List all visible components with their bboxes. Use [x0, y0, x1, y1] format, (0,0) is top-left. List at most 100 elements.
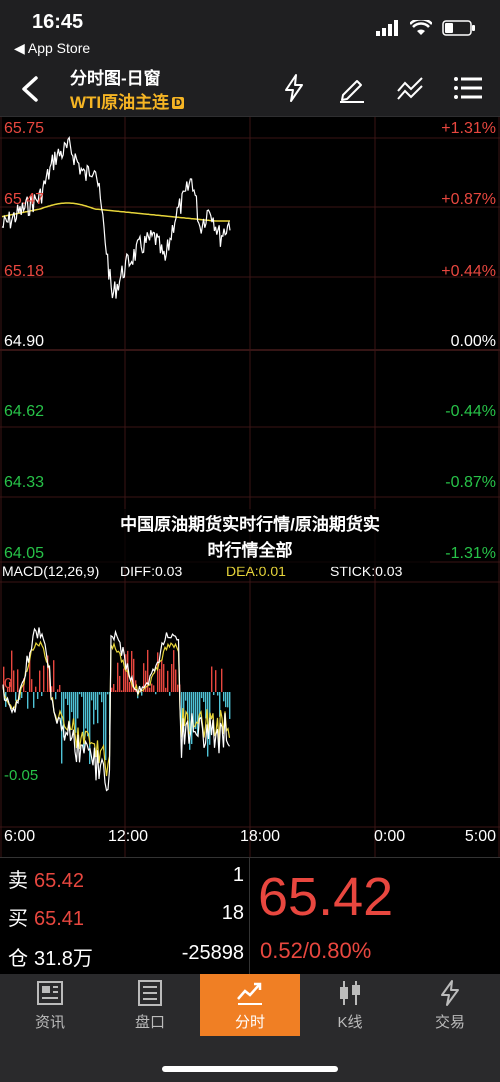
- macd-bar: [129, 681, 131, 692]
- macd-bar: [17, 669, 19, 692]
- menu-icon: [454, 77, 482, 99]
- percent-axis-label: +1.31%: [441, 120, 496, 137]
- indicator-button[interactable]: [392, 70, 428, 106]
- overlay-line-2: 时行情全部: [207, 541, 293, 560]
- macd-bar: [79, 692, 81, 695]
- macd-bar: [27, 692, 29, 709]
- macd-bar: [57, 689, 59, 692]
- open-interest-change: -25898: [181, 942, 244, 964]
- instrument-name: WTI原油主连 D: [70, 88, 185, 113]
- macd-bar: [167, 670, 169, 692]
- macd-bar: [43, 665, 45, 692]
- price-axis-label: 65.47: [4, 191, 45, 208]
- price-axis-label: 64.62: [4, 403, 45, 420]
- sell-price: 65.42: [34, 870, 85, 892]
- tab-timeshare[interactable]: 分时: [200, 974, 300, 1036]
- open-interest-row: 仓 31.8万 -25898: [8, 942, 244, 972]
- time-axis-label: 0:00: [374, 828, 406, 845]
- news-icon: [37, 980, 63, 1005]
- macd-bar: [213, 692, 215, 696]
- macd-bar: [65, 692, 67, 699]
- macd-bar: [215, 670, 217, 692]
- macd-bar: [227, 692, 229, 708]
- macd-bar: [141, 692, 143, 696]
- macd-bar: [67, 692, 69, 706]
- percent-axis-label: 0.00%: [450, 333, 496, 350]
- macd-bar: [161, 659, 163, 692]
- orderbook-icon: [138, 979, 162, 1006]
- price-axis-label: 64.33: [4, 474, 45, 491]
- tab-timeshare-label: 分时: [234, 1013, 265, 1031]
- home-bar-area: [0, 1036, 500, 1082]
- macd-bar: [115, 690, 117, 692]
- page-title: 分时图-日窗: [70, 69, 161, 88]
- macd-bar: [225, 692, 227, 708]
- macd-bar: [85, 692, 87, 729]
- sell-label: 卖: [8, 870, 28, 892]
- macd-bar: [75, 692, 77, 733]
- percent-axis-label: -1.31%: [445, 545, 496, 562]
- macd-bar: [81, 692, 83, 697]
- macd-bar: [229, 692, 231, 719]
- percent-axis-label: -0.44%: [445, 403, 496, 420]
- time-axis-label: 6:00: [4, 828, 36, 845]
- home-indicator[interactable]: [162, 1066, 338, 1072]
- open-interest-label: 仓: [8, 948, 28, 970]
- timeshare-icon: [237, 982, 262, 1005]
- menu-button[interactable]: [450, 70, 486, 106]
- macd-bar: [171, 664, 173, 692]
- macd-axis-low: -0.05: [4, 767, 39, 784]
- macd-axis-zero: 0: [4, 675, 13, 692]
- macd-bar: [173, 650, 175, 692]
- status-time: 16:45: [32, 11, 84, 33]
- macd-bar: [175, 669, 177, 692]
- flash-button[interactable]: [276, 70, 312, 106]
- tab-orderbook[interactable]: 盘口: [100, 974, 200, 1036]
- chart-area[interactable]: 65.75 65.47 65.18 64.90 64.62 64.33 64.0…: [0, 117, 500, 857]
- macd-bar: [221, 668, 223, 692]
- macd-bar: [71, 692, 73, 713]
- draw-button[interactable]: [334, 70, 370, 106]
- macd-bar: [99, 692, 101, 695]
- battery-icon: [442, 20, 475, 36]
- price-axis-label: 65.75: [4, 120, 45, 137]
- intraday-chart[interactable]: [0, 117, 500, 857]
- back-to-app-store[interactable]: ◀ App Store: [14, 40, 90, 57]
- tab-trade[interactable]: 交易: [400, 974, 500, 1036]
- macd-bar: [223, 692, 225, 702]
- buy-row: 买 65.41 18: [8, 902, 244, 932]
- macd-bar: [101, 692, 103, 703]
- status-icons: [376, 20, 476, 36]
- macd-bar: [55, 692, 57, 700]
- macd-bar: [39, 670, 41, 692]
- macd-bar: [217, 692, 219, 696]
- macd-bar: [25, 691, 27, 692]
- percent-axis-label: +0.87%: [441, 191, 496, 208]
- price-change: 0.52/0.80%: [260, 938, 372, 963]
- nav-bar: 分时图-日窗 WTI原油主连 D: [0, 60, 500, 117]
- price-axis-label: 65.18: [4, 263, 45, 280]
- tab-bar: 资讯 盘口 分时 K线 交易: [0, 974, 500, 1036]
- macd-bar: [113, 684, 115, 692]
- trade-icon: [441, 979, 459, 1006]
- tab-candlestick[interactable]: K线: [300, 974, 400, 1036]
- macd-bar: [59, 684, 61, 692]
- macd-bar: [117, 662, 119, 692]
- quote-panel: 卖 65.42 1 买 65.41 18 仓 31.8万 -25898 65.42 0…: [0, 857, 500, 975]
- time-axis-label: 5:00: [464, 828, 496, 845]
- overlay-caption: 中国原油期货实时行情/原油期货实 时行情全部: [70, 509, 430, 567]
- macd-bar: [149, 687, 151, 692]
- price-axis-label: 64.90: [4, 333, 45, 350]
- macd-histogram: [3, 649, 231, 765]
- tab-news[interactable]: 资讯: [0, 974, 100, 1036]
- percent-axis-label: -0.87%: [445, 474, 496, 491]
- instrument-badge: D: [172, 97, 185, 109]
- macd-bar: [159, 668, 161, 692]
- macd-bar: [107, 692, 109, 695]
- macd-bar: [53, 660, 55, 692]
- tab-trade-label: 交易: [434, 1013, 465, 1031]
- macd-bar: [93, 692, 95, 725]
- back-arrow-icon[interactable]: [16, 72, 46, 106]
- macd-bar: [95, 692, 97, 710]
- lightning-icon: [285, 74, 303, 102]
